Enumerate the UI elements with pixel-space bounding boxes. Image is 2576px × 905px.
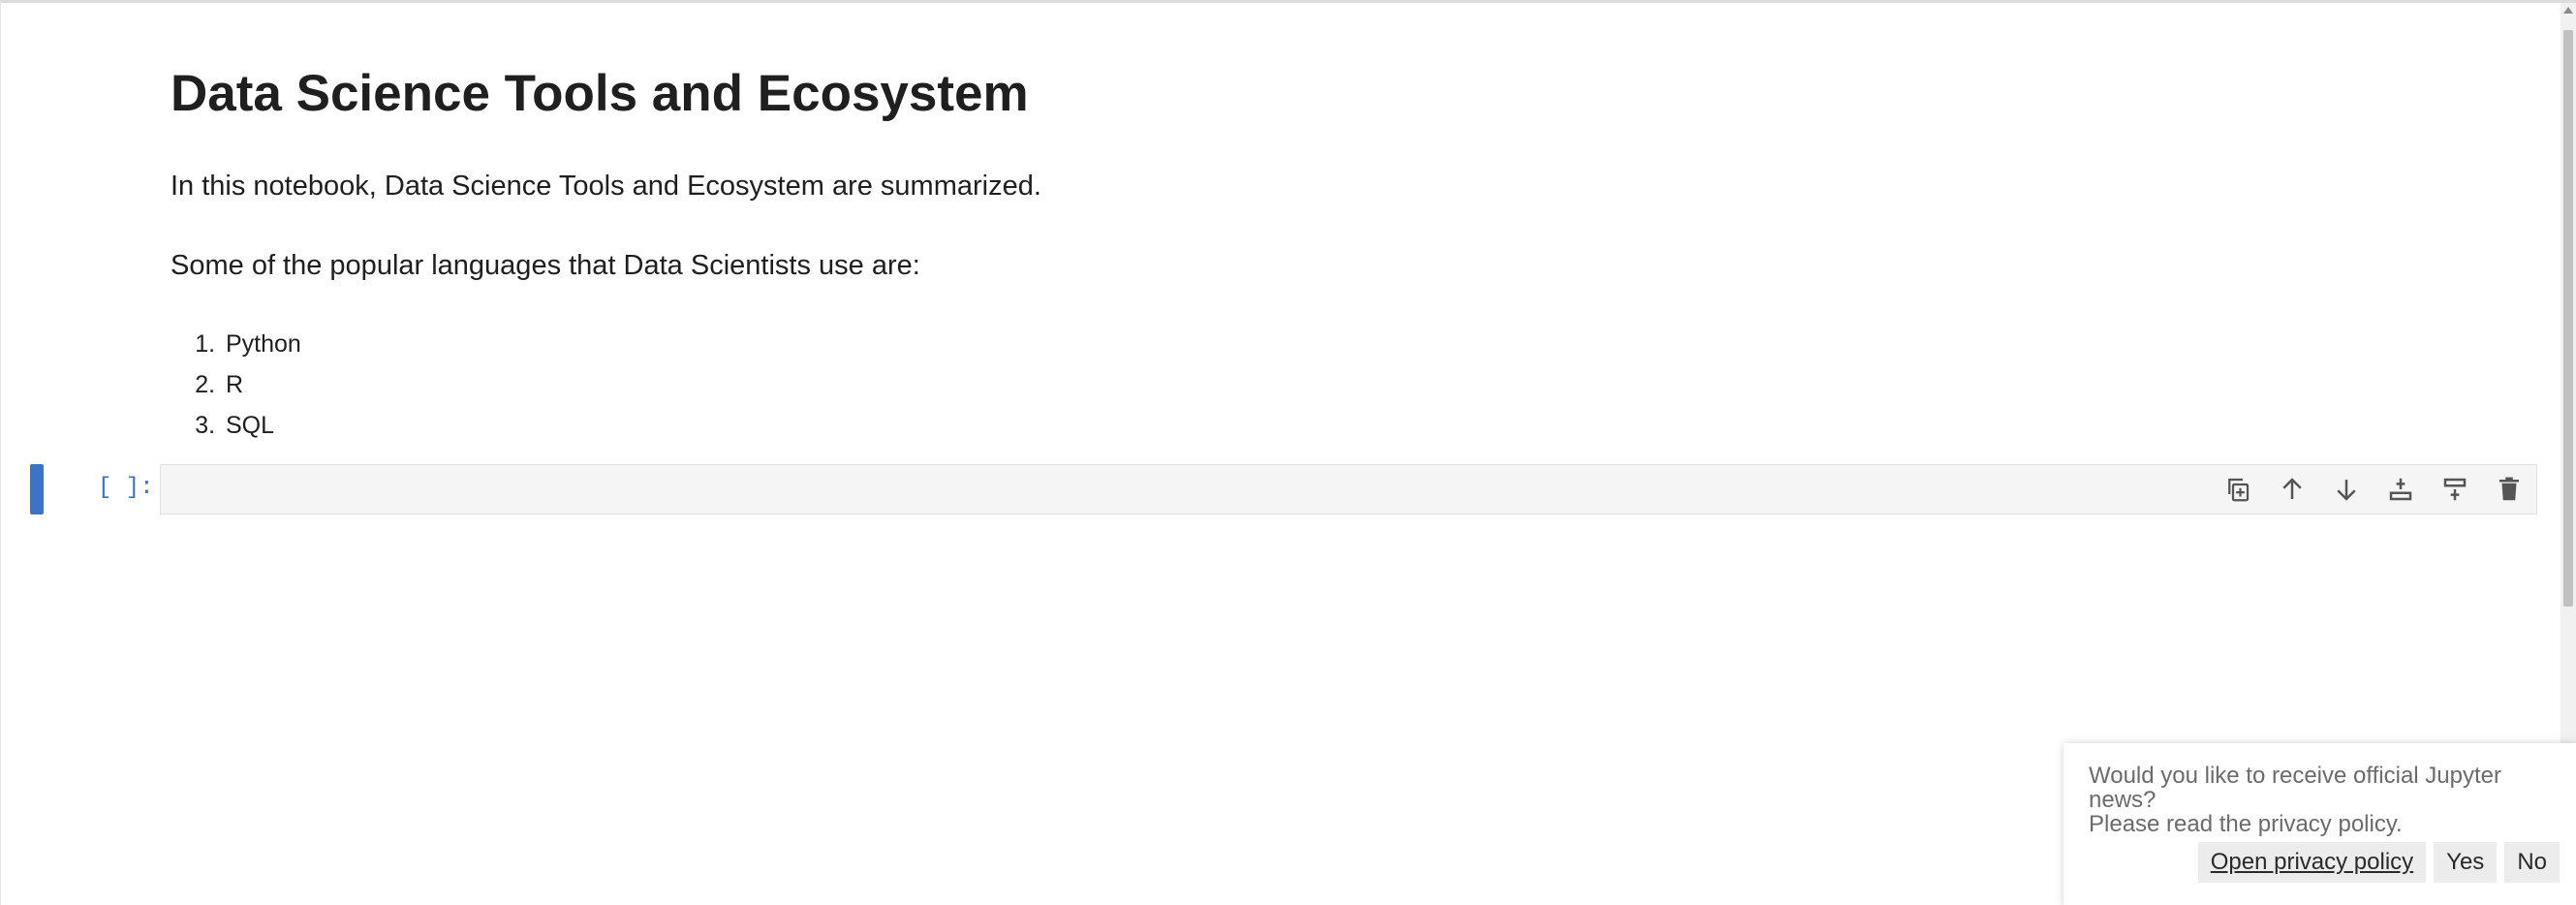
open-privacy-policy-button[interactable]: Open privacy policy <box>2197 842 2427 883</box>
notification-line: Would you like to receive official Jupyt… <box>2089 763 2501 813</box>
move-down-icon <box>2337 480 2356 501</box>
code-editor[interactable] <box>160 464 2537 515</box>
notebook-page: Data Science Tools and Ecosystem In this… <box>0 0 2576 905</box>
markdown-cell[interactable]: Data Science Tools and Ecosystem In this… <box>171 56 2496 446</box>
news-notification: Would you like to receive official Jupyt… <box>2064 743 2576 905</box>
move-up-button[interactable] <box>2265 465 2319 514</box>
duplicate-icon <box>2228 478 2250 502</box>
delete-icon <box>2499 477 2519 501</box>
notification-actions: Open privacy policy Yes No <box>2197 842 2560 883</box>
list-item: R <box>222 364 2496 405</box>
duplicate-cell-button[interactable] <box>2211 465 2265 514</box>
list-item: SQL <box>222 405 2496 446</box>
list-item: Python <box>222 324 2496 364</box>
delete-cell-button[interactable] <box>2482 465 2536 514</box>
notification-line: Please read the privacy policy. <box>2089 811 2403 837</box>
yes-button[interactable]: Yes <box>2434 842 2498 883</box>
no-button[interactable]: No <box>2504 842 2560 883</box>
insert-below-button[interactable] <box>2428 465 2482 514</box>
page-title: Data Science Tools and Ecosystem <box>171 65 1029 122</box>
move-up-icon <box>2282 478 2302 499</box>
insert-above-icon <box>2389 478 2412 501</box>
active-cell-indicator[interactable] <box>30 464 44 515</box>
cell-toolbar <box>2211 465 2536 514</box>
insert-below-icon <box>2443 478 2467 501</box>
code-cell[interactable]: [ ]: <box>30 464 2539 515</box>
move-down-button[interactable] <box>2319 465 2374 514</box>
scrollbar-thumb[interactable] <box>2563 30 2573 607</box>
languages-heading: Some of the popular languages that Data … <box>171 250 920 281</box>
notification-message: Would you like to receive official Jupyt… <box>2089 764 2554 836</box>
intro-paragraph: In this notebook, Data Science Tools and… <box>171 171 1041 202</box>
scroll-up-arrow-icon[interactable] <box>2563 7 2573 14</box>
cell-prompt: [ ]: <box>98 475 154 501</box>
insert-above-button[interactable] <box>2374 465 2428 514</box>
languages-list: Python R SQL <box>171 324 2496 446</box>
